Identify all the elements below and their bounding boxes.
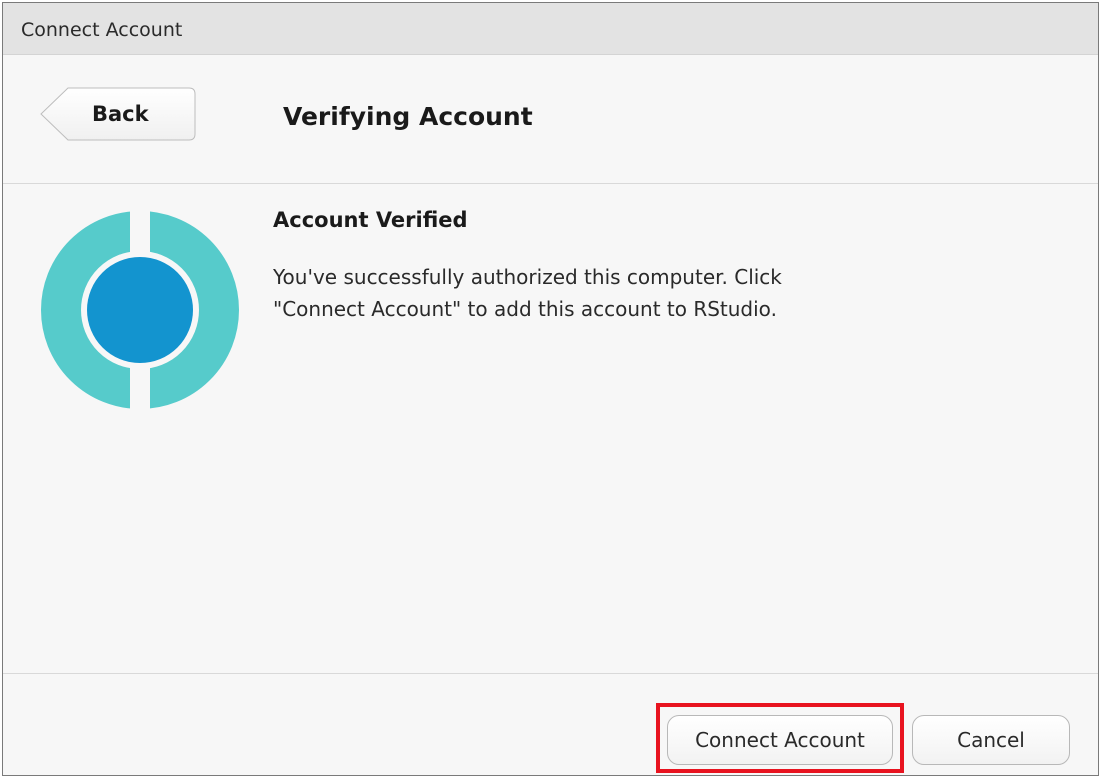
- back-button[interactable]: Back: [40, 87, 196, 141]
- status-message: You've successfully authorized this comp…: [273, 265, 782, 321]
- connect-account-button[interactable]: Connect Account: [667, 715, 893, 765]
- account-service-logo-icon: [40, 210, 240, 410]
- dialog-titlebar: Connect Account: [3, 3, 1098, 55]
- back-button-label: Back: [92, 102, 149, 126]
- connect-account-dialog: Connect Account Back Verifying Account A…: [2, 2, 1099, 776]
- footer-divider: [3, 673, 1098, 674]
- dialog-title: Connect Account: [21, 19, 183, 41]
- page-title: Verifying Account: [283, 102, 533, 131]
- header-divider: [3, 183, 1098, 184]
- status-heading: Account Verified: [273, 208, 468, 232]
- cancel-button[interactable]: Cancel: [912, 715, 1070, 765]
